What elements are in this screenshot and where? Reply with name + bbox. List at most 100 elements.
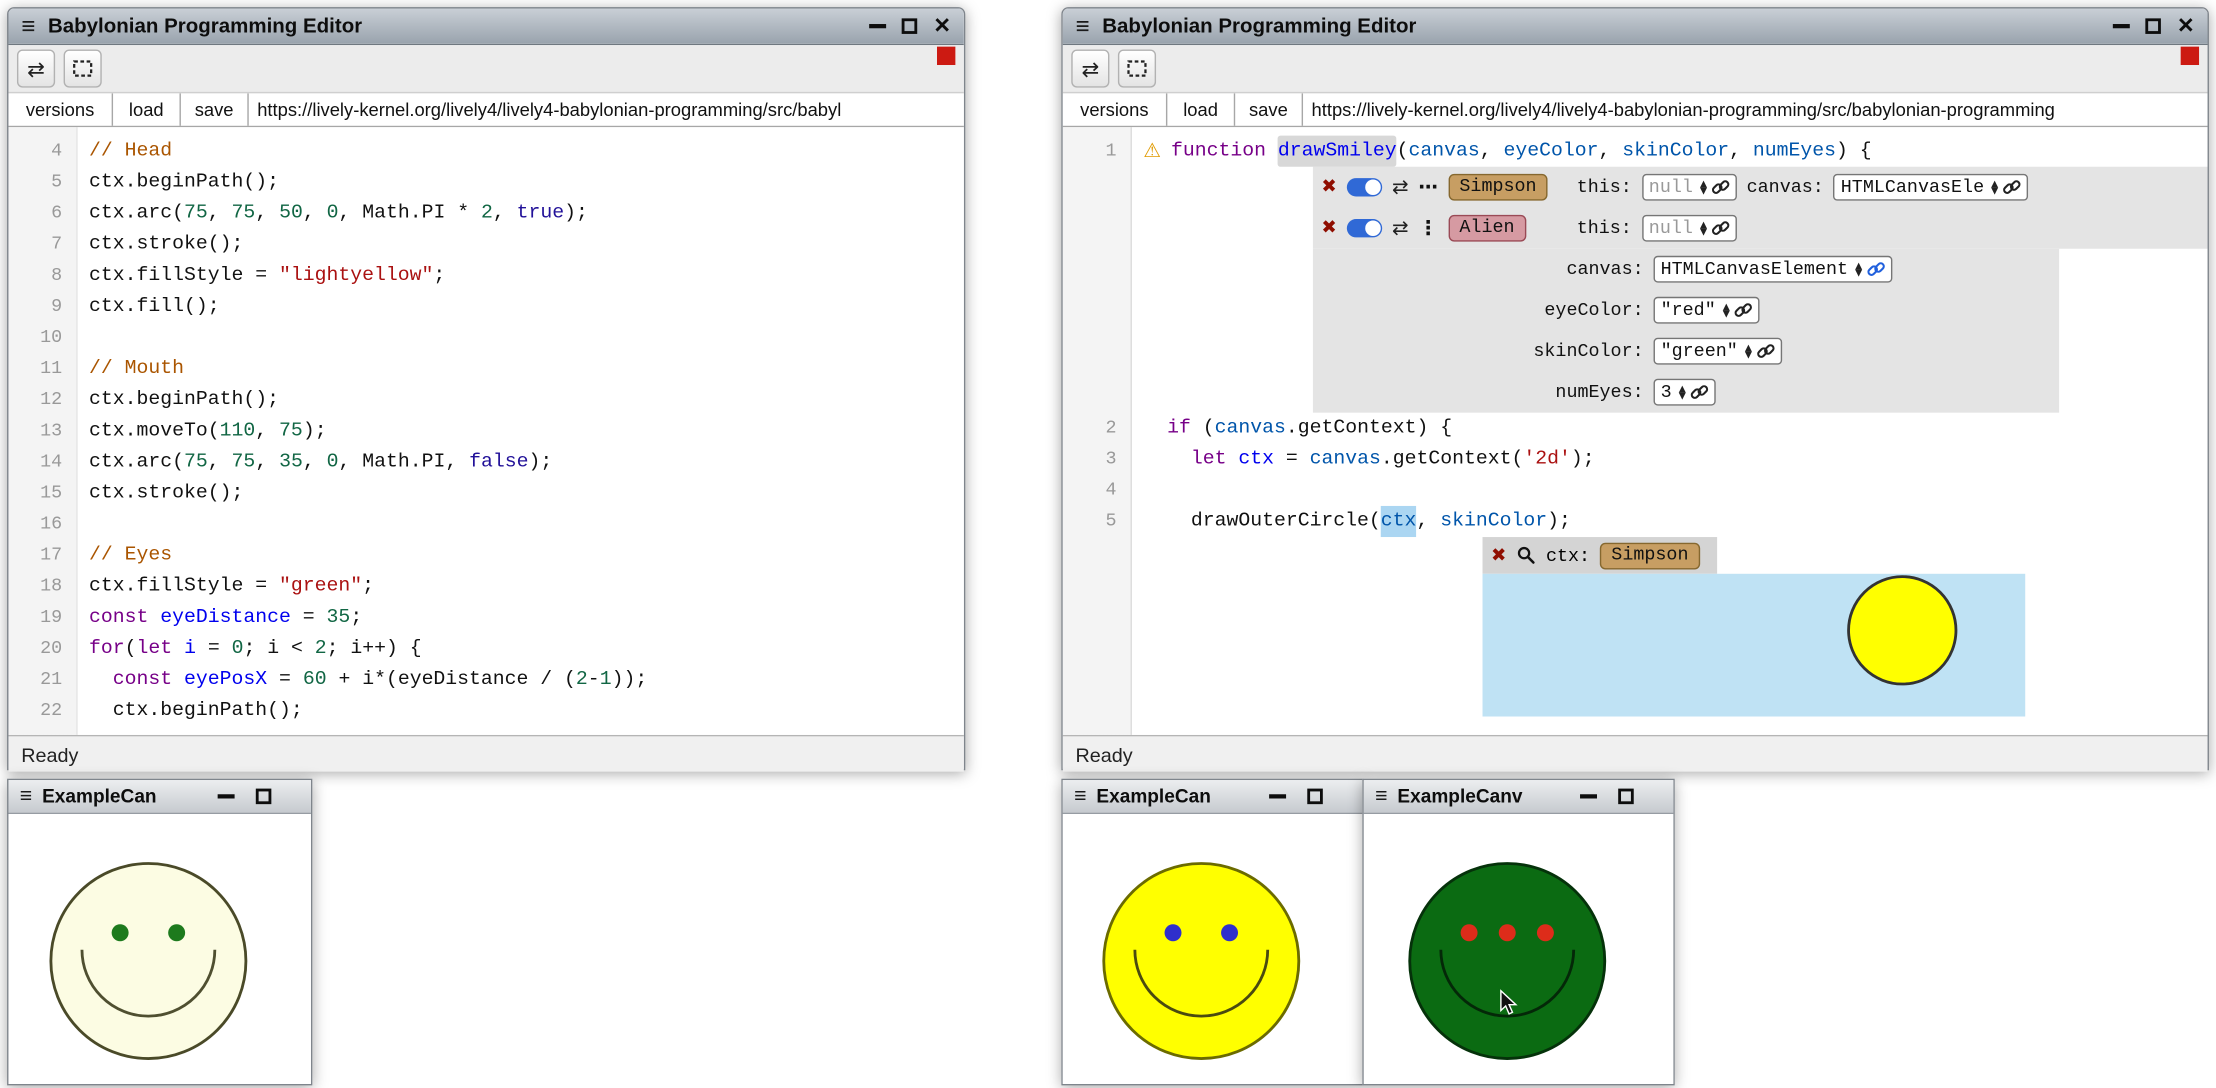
swap-button[interactable]: ⇄: [17, 49, 55, 87]
code-line-text[interactable]: ctx.beginPath();: [76, 384, 279, 415]
code-line-text[interactable]: // Eyes: [76, 540, 172, 571]
versions-button[interactable]: versions: [8, 93, 113, 126]
example-swap-icon[interactable]: ⇄: [1392, 176, 1409, 199]
save-button[interactable]: save: [1235, 93, 1303, 126]
code-line[interactable]: 10: [8, 322, 963, 353]
code-line[interactable]: 19const eyeDistance = 35;: [8, 602, 963, 633]
menu-icon[interactable]: ≡: [1375, 786, 1387, 807]
link-icon[interactable]: [1756, 342, 1774, 360]
value-box[interactable]: HTMLCanvasElement▲▼: [1654, 256, 1892, 283]
smiley-canvas[interactable]: [1063, 814, 1363, 1084]
link-icon[interactable]: [1711, 178, 1729, 196]
code-line[interactable]: 20for(let i = 0; i < 2; i++) {: [8, 633, 963, 664]
code-line[interactable]: 18ctx.fillStyle = "green";: [8, 571, 963, 602]
code-line[interactable]: 21 const eyePosX = 60 + i*(eyeDistance /…: [8, 664, 963, 695]
maximize-button[interactable]: [902, 18, 918, 34]
code-line[interactable]: 12ctx.beginPath();: [8, 384, 963, 415]
value-box[interactable]: null▲▼: [1642, 174, 1737, 201]
code-line[interactable]: 14ctx.arc(75, 75, 35, 0, Math.PI, false)…: [8, 447, 963, 478]
value-stepper[interactable]: ▲▼: [1855, 262, 1862, 276]
maximize-button[interactable]: [256, 789, 272, 805]
code-line-text[interactable]: ctx.stroke();: [76, 478, 243, 509]
code-line-text[interactable]: [76, 509, 89, 540]
value-box[interactable]: "red"▲▼: [1654, 297, 1760, 324]
minimize-button[interactable]: [1269, 794, 1286, 798]
code-line-text[interactable]: ctx.arc(75, 75, 50, 0, Math.PI * 2, true…: [76, 198, 588, 229]
code-line[interactable]: 22 ctx.beginPath();: [8, 695, 963, 726]
url-field[interactable]: https://lively-kernel.org/lively4/lively…: [1303, 93, 2207, 126]
link-icon[interactable]: [2002, 178, 2020, 196]
code-line-text[interactable]: drawOuterCircle(ctx, skinColor);: [1131, 506, 1571, 537]
maximize-button[interactable]: [1307, 789, 1323, 805]
titlebar[interactable]: ≡ ExampleCan: [8, 780, 310, 814]
menu-icon[interactable]: ≡: [1075, 14, 1089, 38]
menu-icon[interactable]: ≡: [21, 14, 35, 38]
code-line-text[interactable]: ctx.moveTo(110, 75);: [76, 416, 326, 447]
save-button[interactable]: save: [181, 93, 249, 126]
close-button[interactable]: ✕: [933, 16, 951, 37]
code-line-text[interactable]: let ctx = canvas.getContext('2d');: [1131, 444, 1595, 475]
code-line-text[interactable]: // Head: [76, 136, 172, 167]
minimize-button[interactable]: [1580, 794, 1597, 798]
selection-frame-button[interactable]: [64, 49, 102, 87]
link-icon[interactable]: [1866, 260, 1884, 278]
code-line-text[interactable]: // Mouth: [76, 353, 184, 384]
code-line[interactable]: 7ctx.stroke();: [8, 229, 963, 260]
link-icon[interactable]: [1711, 219, 1729, 237]
code-editor[interactable]: 1⚠function drawSmiley(canvas, eyeColor, …: [1063, 127, 2208, 735]
maximize-button[interactable]: [2146, 18, 2162, 34]
code-line[interactable]: 5ctx.beginPath();: [8, 167, 963, 198]
example-delete-button[interactable]: ✖: [1321, 218, 1336, 239]
example-badge[interactable]: Simpson: [1448, 174, 1548, 201]
example-menu-icon[interactable]: ⋯: [1418, 176, 1438, 199]
example-swap-icon[interactable]: ⇄: [1392, 217, 1409, 240]
code-line[interactable]: 1⚠function drawSmiley(canvas, eyeColor, …: [1063, 136, 2208, 167]
selection-frame-button[interactable]: [1118, 49, 1156, 87]
example-delete-button[interactable]: ✖: [1321, 177, 1336, 198]
code-line-text[interactable]: const eyeDistance = 35;: [76, 602, 362, 633]
value-box[interactable]: "green"▲▼: [1654, 338, 1782, 365]
code-line[interactable]: 11// Mouth: [8, 353, 963, 384]
code-line[interactable]: 16: [8, 509, 963, 540]
smiley-canvas[interactable]: [8, 814, 310, 1084]
code-line-text[interactable]: ctx.fillStyle = "lightyellow";: [76, 260, 445, 291]
code-line-text[interactable]: ctx.fill();: [76, 291, 219, 322]
code-line[interactable]: 17// Eyes: [8, 540, 963, 571]
value-box[interactable]: null▲▼: [1642, 215, 1737, 242]
menu-icon[interactable]: ≡: [20, 786, 32, 807]
load-button[interactable]: load: [113, 93, 181, 126]
menu-icon[interactable]: ≡: [1074, 786, 1086, 807]
code-line-text[interactable]: ctx.beginPath();: [76, 695, 302, 726]
code-line[interactable]: 13ctx.moveTo(110, 75);: [8, 416, 963, 447]
swap-button[interactable]: ⇄: [1071, 49, 1109, 87]
code-line[interactable]: 8ctx.fillStyle = "lightyellow";: [8, 260, 963, 291]
code-line-text[interactable]: [76, 322, 89, 353]
probe-close-button[interactable]: ✖: [1491, 545, 1506, 566]
code-line-text[interactable]: ctx.fillStyle = "green";: [76, 571, 374, 602]
code-line-text[interactable]: ctx.beginPath();: [76, 167, 279, 198]
code-line[interactable]: 9ctx.fill();: [8, 291, 963, 322]
titlebar[interactable]: ≡ Babylonian Programming Editor ✕: [1063, 8, 2208, 45]
load-button[interactable]: load: [1167, 93, 1235, 126]
close-button[interactable]: ✕: [2177, 16, 2195, 37]
minimize-button[interactable]: [870, 24, 887, 28]
titlebar[interactable]: ≡ ExampleCan: [1063, 780, 1363, 814]
code-line[interactable]: 6ctx.arc(75, 75, 50, 0, Math.PI * 2, tru…: [8, 198, 963, 229]
value-stepper[interactable]: ▲▼: [1700, 221, 1707, 235]
maximize-button[interactable]: [1618, 789, 1634, 805]
titlebar[interactable]: ≡ ExampleCanv: [1364, 780, 1674, 814]
value-stepper[interactable]: ▲▼: [1745, 344, 1752, 358]
code-line-text[interactable]: for(let i = 0; i < 2; i++) {: [76, 633, 421, 664]
code-line[interactable]: 3 let ctx = canvas.getContext('2d');: [1063, 444, 2208, 475]
code-line[interactable]: 5 drawOuterCircle(ctx, skinColor);: [1063, 506, 2208, 537]
url-field[interactable]: https://lively-kernel.org/lively4/lively…: [249, 93, 964, 126]
versions-button[interactable]: versions: [1063, 93, 1168, 126]
example-badge[interactable]: Alien: [1448, 215, 1526, 242]
link-icon[interactable]: [1734, 301, 1752, 319]
code-line-text[interactable]: ctx.arc(75, 75, 35, 0, Math.PI, false);: [76, 447, 552, 478]
code-line-text[interactable]: ⚠function drawSmiley(canvas, eyeColor, s…: [1131, 136, 1872, 167]
code-line-text[interactable]: [1131, 475, 1144, 506]
minimize-button[interactable]: [2113, 24, 2130, 28]
code-line[interactable]: 2 if (canvas.getContext) {: [1063, 413, 2208, 444]
value-stepper[interactable]: ▲▼: [1679, 385, 1686, 399]
